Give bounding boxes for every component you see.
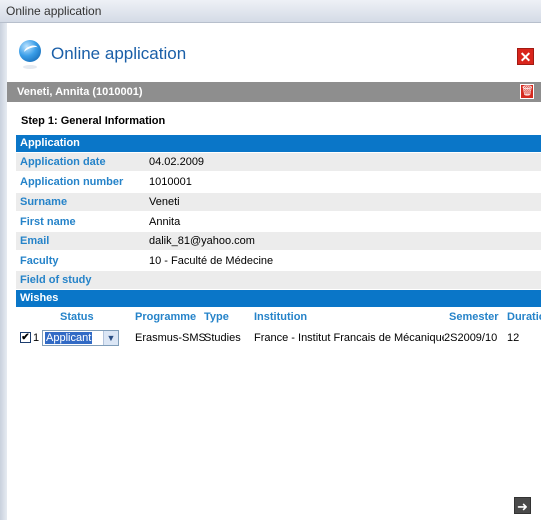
wish-number: 1: [33, 332, 40, 344]
status-select[interactable]: Applicant ▼: [42, 330, 119, 346]
table-row: ✔ 1 Applicant ▼ Erasmus-SMS Studies Fran…: [16, 328, 541, 348]
close-icon: ✕: [519, 49, 532, 65]
field-value: 10 - Faculté de Médecine: [149, 255, 274, 267]
column-header-status[interactable]: Status: [60, 308, 94, 326]
window-left-border: [0, 23, 7, 520]
field-row-email: Email dalik_81@yahoo.com: [16, 232, 541, 250]
field-value: Veneti: [149, 196, 180, 208]
column-header-type[interactable]: Type: [204, 308, 229, 326]
wishes-table-header: Status Programme Type Institution Semest…: [16, 308, 541, 326]
field-row-application-date: Application date 04.02.2009: [16, 153, 541, 171]
next-button[interactable]: ➜: [514, 497, 531, 514]
field-value: dalik_81@yahoo.com: [149, 235, 255, 247]
field-value: Annita: [149, 216, 181, 228]
wish-semester: 2S2009/10: [444, 332, 498, 344]
step-title: Step 1: General Information: [21, 115, 166, 127]
wishes-section-header: Wishes: [16, 290, 541, 307]
chevron-down-icon[interactable]: ▼: [103, 331, 118, 345]
field-label: Surname: [20, 196, 68, 208]
wish-institution: France - Institut Francais de Mécanique …: [254, 332, 444, 344]
trash-icon: 🗑: [521, 86, 534, 97]
field-row-faculty: Faculty 10 - Faculté de Médecine: [16, 252, 541, 270]
field-value: 1010001: [149, 176, 192, 188]
field-label: Faculty: [20, 255, 59, 267]
field-label: Email: [20, 235, 50, 247]
applicant-bar: Veneti, Annita (1010001): [7, 82, 541, 102]
dialog-content: Online application ✕ Veneti, Annita (101…: [7, 23, 541, 520]
wish-duration: 12: [507, 332, 520, 344]
field-row-surname: Surname Veneti: [16, 193, 541, 211]
field-label: Field of study: [20, 274, 92, 286]
column-header-programme[interactable]: Programme: [135, 308, 196, 326]
page-title: Online application: [51, 44, 187, 63]
application-section-header: Application: [16, 135, 541, 152]
logo-shadow: [23, 65, 37, 69]
arrow-right-icon: ➜: [517, 499, 528, 514]
field-row-field-of-study: Field of study: [16, 271, 541, 289]
column-header-duration[interactable]: Duratio: [507, 308, 541, 326]
window-title: Online application: [6, 4, 102, 18]
field-label: Application number: [20, 176, 124, 188]
status-selected-value: Applicant: [45, 332, 93, 344]
field-value: 04.02.2009: [149, 156, 205, 168]
field-label: Application date: [20, 156, 106, 168]
column-header-semester[interactable]: Semester: [449, 308, 499, 326]
field-row-application-number: Application number 1010001: [16, 173, 541, 191]
wishes-section-title: Wishes: [20, 292, 59, 304]
column-header-institution[interactable]: Institution: [254, 308, 307, 326]
application-section-title: Application: [20, 137, 80, 149]
field-label: First name: [20, 216, 76, 228]
wish-type: Studies: [204, 332, 241, 344]
field-row-first-name: First name Annita: [16, 213, 541, 231]
wish-programme: Erasmus-SMS: [135, 332, 206, 344]
close-button[interactable]: ✕: [517, 48, 534, 65]
applicant-name: Veneti, Annita (1010001): [17, 86, 143, 98]
delete-application-button[interactable]: 🗑: [520, 84, 534, 99]
wish-checkbox[interactable]: ✔: [20, 332, 31, 343]
checkmark-icon: ✔: [21, 332, 30, 343]
window-titlebar: Online application: [0, 0, 541, 23]
